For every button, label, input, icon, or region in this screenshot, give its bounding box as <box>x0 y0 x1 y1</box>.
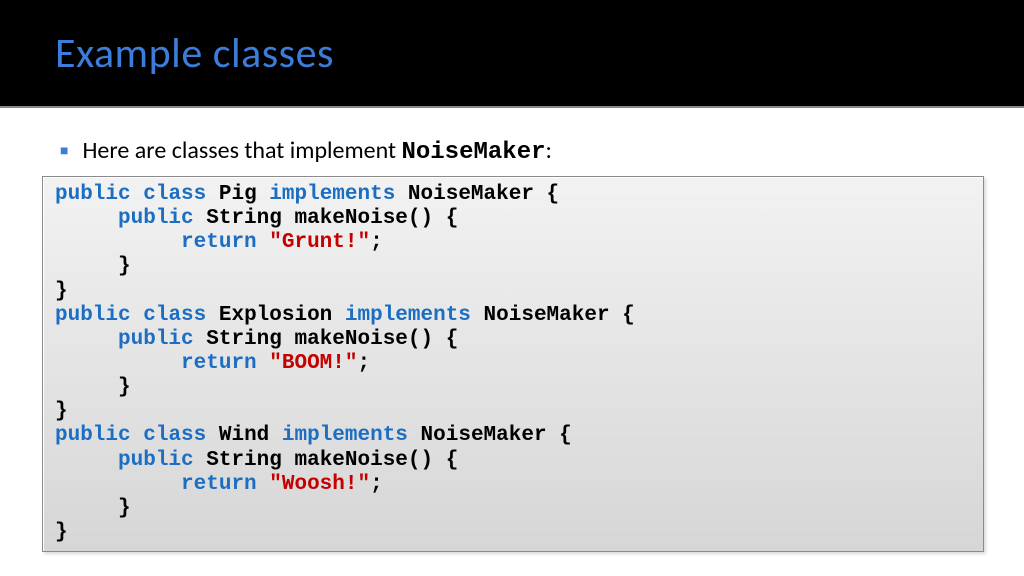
type-0: String <box>206 207 282 230</box>
iface-1: NoiseMaker <box>484 304 610 327</box>
kw-implements: implements <box>269 183 395 206</box>
kw-public: public <box>118 207 194 230</box>
bullet-icon: ■ <box>60 142 68 159</box>
iface-2: NoiseMaker <box>421 424 547 447</box>
kw-public: public <box>55 183 131 206</box>
iface-0: NoiseMaker <box>408 183 534 206</box>
kw-implements: implements <box>345 304 471 327</box>
class-name-0: Pig <box>219 183 257 206</box>
kw-return: return <box>181 352 257 375</box>
ret-1: "BOOM!" <box>269 352 357 375</box>
method-0: makeNoise() <box>294 207 433 230</box>
bullet-interface: NoiseMaker <box>401 139 545 166</box>
kw-public: public <box>118 328 194 351</box>
kw-public: public <box>118 449 194 472</box>
ret-0: "Grunt!" <box>269 231 370 254</box>
type-2: String <box>206 449 282 472</box>
kw-public: public <box>55 304 131 327</box>
kw-public: public <box>55 424 131 447</box>
slide-header: Example classes <box>0 0 1024 108</box>
bullet-item: ■ Here are classes that implement NoiseM… <box>60 136 984 166</box>
class-name-2: Wind <box>219 424 269 447</box>
code-block: public class Pig implements NoiseMaker {… <box>42 176 984 552</box>
kw-implements: implements <box>282 424 408 447</box>
slide-content: ■ Here are classes that implement NoiseM… <box>0 108 1024 552</box>
bullet-suffix: : <box>546 136 552 165</box>
kw-class: class <box>143 304 206 327</box>
method-2: makeNoise() <box>294 449 433 472</box>
kw-class: class <box>143 183 206 206</box>
type-1: String <box>206 328 282 351</box>
bullet-prefix: Here are classes that implement <box>82 136 401 165</box>
method-1: makeNoise() <box>294 328 433 351</box>
ret-2: "Woosh!" <box>269 473 370 496</box>
kw-return: return <box>181 231 257 254</box>
slide-title: Example classes <box>55 28 984 79</box>
kw-class: class <box>143 424 206 447</box>
class-name-1: Explosion <box>219 304 332 327</box>
kw-return: return <box>181 473 257 496</box>
bullet-text: Here are classes that implement NoiseMak… <box>82 136 551 166</box>
